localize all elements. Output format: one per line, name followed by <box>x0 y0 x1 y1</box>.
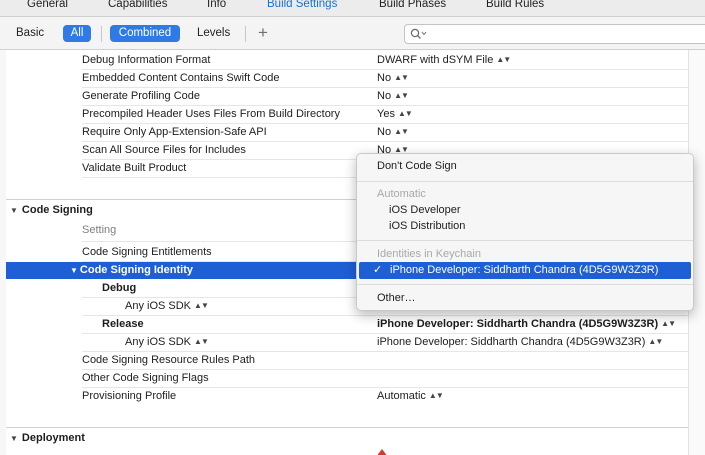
editor-tab-bar: General Capabilities Info Build Settings… <box>0 0 705 17</box>
menu-separator <box>357 181 693 182</box>
add-setting-button[interactable]: + <box>258 23 268 43</box>
row-divider <box>82 105 688 106</box>
setting-value-debug-format[interactable]: DWARF with dSYM File ▲▼ <box>377 54 511 66</box>
setting-value-embedded-swift[interactable]: No ▲▼ <box>377 72 409 84</box>
setting-code-signing-identity: ▼ Code Signing Identity <box>70 264 193 276</box>
row-divider <box>82 315 688 316</box>
config-release-label[interactable]: Release <box>102 318 144 330</box>
tab-build-phases[interactable]: Build Phases <box>379 0 446 10</box>
updown-icon: ▲▼ <box>194 337 209 346</box>
search-icon <box>410 28 427 39</box>
setting-provisioning-profile[interactable]: Provisioning Profile <box>82 390 176 402</box>
menu-separator <box>357 240 693 241</box>
levels-view-button[interactable]: Levels <box>197 27 230 39</box>
updown-icon: ▲▼ <box>661 319 676 328</box>
disclosure-triangle-icon[interactable]: ▼ <box>10 434 18 443</box>
column-header-setting: Setting <box>82 224 117 236</box>
menu-item-dont-code-sign[interactable]: Don't Code Sign <box>377 160 457 172</box>
setting-validate-built-product[interactable]: Validate Built Product <box>82 162 186 174</box>
disclosure-triangle-icon[interactable]: ▼ <box>10 206 18 215</box>
setting-embedded-swift[interactable]: Embedded Content Contains Swift Code <box>82 72 280 84</box>
menu-item-selected-identity[interactable]: ✓ iPhone Developer: Siddharth Chandra (4… <box>359 262 691 279</box>
setting-scan-source-files[interactable]: Scan All Source Files for Includes <box>82 144 246 156</box>
combined-view-button[interactable]: Combined <box>110 25 180 42</box>
menu-item-other[interactable]: Other… <box>377 292 416 304</box>
updown-icon: ▲▼ <box>496 55 511 64</box>
updown-icon: ▲▼ <box>394 73 409 82</box>
setting-code-signing-entitlements[interactable]: Code Signing Entitlements <box>82 246 212 258</box>
checkmark-icon: ✓ <box>373 264 383 276</box>
section-code-signing[interactable]: ▼ Code Signing <box>10 204 93 216</box>
updown-icon: ▲▼ <box>394 91 409 100</box>
filter-divider <box>245 26 246 42</box>
menu-item-selected-identity-label: iPhone Developer: Siddharth Chandra (4D5… <box>390 264 659 276</box>
tab-build-rules[interactable]: Build Rules <box>486 0 544 10</box>
release-any-ios-sdk[interactable]: Any iOS SDK ▲▼ <box>125 336 209 348</box>
tab-capabilities[interactable]: Capabilities <box>108 0 167 10</box>
filter-bar: Basic All Combined Levels + <box>0 17 705 50</box>
row-divider <box>82 333 688 334</box>
section-deployment[interactable]: ▼ Deployment <box>10 432 85 444</box>
setting-precompiled-header[interactable]: Precompiled Header Uses Files From Build… <box>82 108 340 120</box>
row-divider <box>82 87 688 88</box>
setting-resource-rules-path[interactable]: Code Signing Resource Rules Path <box>82 354 255 366</box>
provisioning-profile-value[interactable]: Automatic ▲▼ <box>377 390 444 402</box>
setting-other-code-signing-flags[interactable]: Other Code Signing Flags <box>82 372 209 384</box>
row-divider <box>82 387 688 388</box>
search-input[interactable] <box>404 24 705 44</box>
updown-icon: ▲▼ <box>394 127 409 136</box>
setting-value-precompiled-header[interactable]: Yes ▲▼ <box>377 108 413 120</box>
updown-icon: ▲▼ <box>648 337 663 346</box>
row-divider <box>82 369 688 370</box>
disclosure-triangle-icon[interactable]: ▼ <box>70 266 78 275</box>
tab-general[interactable]: General <box>27 0 68 10</box>
left-gutter <box>0 50 6 455</box>
basic-filter-button[interactable]: Basic <box>16 27 44 39</box>
menu-header-keychain: Identities in Keychain <box>377 248 481 260</box>
tab-info[interactable]: Info <box>207 0 226 10</box>
release-identity-value[interactable]: iPhone Developer: Siddharth Chandra (4D5… <box>377 318 676 330</box>
debug-any-ios-sdk[interactable]: Any iOS SDK ▲▼ <box>125 300 209 312</box>
setting-app-extension-safe[interactable]: Require Only App-Extension-Safe API <box>82 126 267 138</box>
menu-item-ios-distribution[interactable]: iOS Distribution <box>389 220 465 232</box>
updown-icon: ▲▼ <box>397 109 413 118</box>
row-divider <box>82 351 688 352</box>
setting-value-app-extension-safe[interactable]: No ▲▼ <box>377 126 409 138</box>
row-divider <box>82 141 688 142</box>
tab-build-settings[interactable]: Build Settings <box>267 0 337 10</box>
release-sdk-identity-value[interactable]: iPhone Developer: Siddharth Chandra (4D5… <box>377 336 663 348</box>
setting-debug-information-format[interactable]: Debug Information Format <box>82 54 210 66</box>
section-divider <box>6 427 688 428</box>
updown-icon: ▲▼ <box>194 301 209 310</box>
code-signing-identity-menu: Don't Code Sign Automatic iOS Developer … <box>356 153 694 311</box>
config-debug-label[interactable]: Debug <box>102 282 136 294</box>
updown-icon: ▲▼ <box>428 391 444 400</box>
row-divider <box>82 69 688 70</box>
menu-separator <box>357 284 693 285</box>
row-divider <box>82 123 688 124</box>
menu-header-automatic: Automatic <box>377 188 426 200</box>
setting-generate-profiling[interactable]: Generate Profiling Code <box>82 90 200 102</box>
menu-item-ios-developer[interactable]: iOS Developer <box>389 204 461 216</box>
filter-divider <box>101 26 102 42</box>
warning-icon <box>376 449 388 455</box>
all-filter-button[interactable]: All <box>63 25 91 42</box>
setting-value-profiling[interactable]: No ▲▼ <box>377 90 409 102</box>
